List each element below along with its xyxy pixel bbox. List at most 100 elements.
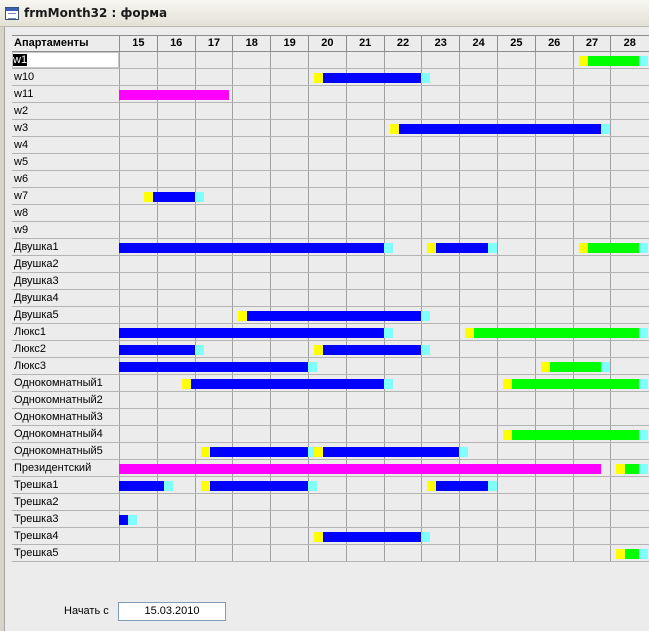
form-body: Апартаменты 15 16 17 18 19 20 21 22 23 24 25 26 27 28… — [0, 27, 649, 631]
checkout-marker — [638, 430, 648, 440]
checkout-marker — [308, 481, 317, 491]
booking-bar[interactable] — [152, 192, 195, 202]
booking-bar[interactable] — [119, 328, 384, 338]
apartment-name: w5 — [14, 156, 29, 168]
checkin-marker — [314, 73, 323, 83]
booking-bar[interactable] — [512, 379, 639, 389]
booking-bar[interactable] — [512, 430, 639, 440]
day-header-18: 18 — [232, 36, 270, 52]
day-header-20: 20 — [308, 36, 346, 52]
day-header-21: 21 — [345, 36, 384, 52]
checkin-marker — [616, 549, 626, 559]
checkin-marker — [616, 464, 626, 474]
booking-bar[interactable] — [625, 464, 639, 474]
apartment-name: Однокомнатный1 — [14, 377, 103, 389]
booking-bar[interactable] — [549, 362, 601, 372]
booking-bar[interactable] — [323, 532, 422, 542]
booking-bar[interactable] — [436, 243, 488, 253]
apartment-name: w7 — [14, 190, 29, 202]
booking-bar[interactable] — [587, 56, 639, 66]
apartment-name: Трешка5 — [14, 547, 59, 559]
booking-grid: Апартаменты 15 16 17 18 19 20 21 22 23 24 25 26 27 28… — [12, 35, 649, 562]
booking-bar[interactable] — [436, 481, 488, 491]
apartment-name: Люкс1 — [14, 326, 47, 338]
booking-bar[interactable] — [119, 515, 129, 525]
apartment-row: Президентский — [12, 460, 649, 477]
checkin-marker — [578, 56, 588, 66]
booking-bar[interactable] — [209, 447, 308, 457]
checkout-marker — [487, 243, 497, 253]
booking-bar[interactable] — [119, 464, 601, 474]
day-header-25: 25 — [497, 36, 535, 52]
booking-bar[interactable] — [119, 362, 308, 372]
apartment-name: w8 — [14, 207, 29, 219]
apartment-name: Люкс3 — [14, 360, 47, 372]
apartment-name: w11 — [14, 88, 34, 100]
checkin-marker — [503, 379, 512, 389]
apartment-name: Двушка3 — [14, 275, 59, 287]
apartment-name: Трешка1 — [14, 479, 59, 491]
apartment-name: Однокомнатный4 — [14, 428, 103, 440]
apartments-header: Апартаменты — [14, 37, 89, 49]
day-header-16: 16 — [156, 36, 195, 52]
apartment-name: Двушка5 — [14, 309, 59, 321]
checkout-marker — [421, 532, 431, 542]
record-selector-edge — [0, 27, 5, 631]
checkout-marker — [638, 549, 648, 559]
booking-bar[interactable] — [190, 379, 384, 389]
apartment-row: w2 — [12, 103, 649, 120]
apartment-row: w4 — [12, 137, 649, 154]
checkout-marker — [421, 73, 431, 83]
booking-bar[interactable] — [119, 90, 229, 100]
apartment-name: Трешка4 — [14, 530, 59, 542]
booking-bar[interactable] — [474, 328, 639, 338]
checkout-marker — [128, 515, 138, 525]
booking-bar[interactable] — [119, 481, 165, 491]
checkout-marker — [638, 464, 648, 474]
booking-bar[interactable] — [625, 549, 639, 559]
apartment-row: w11 — [12, 86, 649, 103]
apartment-name: Однокомнатный3 — [14, 411, 103, 423]
booking-bar[interactable] — [119, 345, 195, 355]
apartment-row: w5 — [12, 154, 649, 171]
booking-bar[interactable] — [323, 447, 460, 457]
booking-bar[interactable] — [398, 124, 601, 134]
apartment-row: Люкс2 — [12, 341, 649, 358]
apartment-row: Двушка5 — [12, 307, 649, 324]
apartment-name: Однокомнатный5 — [14, 445, 103, 457]
apartment-name: Двушка2 — [14, 258, 59, 270]
apartment-name: w2 — [14, 105, 29, 117]
checkin-marker — [314, 447, 323, 457]
apartment-name: Трешка3 — [14, 513, 59, 525]
checkin-marker — [578, 243, 588, 253]
apartment-row: w10 — [12, 69, 649, 86]
booking-bar[interactable] — [247, 311, 422, 321]
checkout-marker — [308, 362, 317, 372]
booking-bar[interactable] — [587, 243, 639, 253]
day-header-19: 19 — [270, 36, 308, 52]
apartment-row: Однокомнатный4 — [12, 426, 649, 443]
window-title: frmMonth32 : форма — [24, 6, 168, 20]
apartment-row: Люкс3 — [12, 358, 649, 375]
day-header-22: 22 — [383, 36, 422, 52]
start-date-field[interactable]: 15.03.2010 — [118, 602, 226, 621]
booking-bar[interactable] — [323, 73, 422, 83]
apartment-row: Двушка3 — [12, 273, 649, 290]
booking-bar[interactable] — [119, 243, 384, 253]
form-icon — [5, 7, 19, 20]
day-header-28: 28 — [610, 36, 648, 52]
checkin-marker — [200, 447, 210, 457]
booking-bar[interactable] — [323, 345, 422, 355]
checkout-marker — [638, 328, 648, 338]
apartment-name: w9 — [14, 224, 29, 236]
apartment-row: Трешка5 — [12, 545, 649, 562]
day-header-27: 27 — [572, 36, 611, 52]
checkout-marker — [638, 243, 648, 253]
apartment-name: Трешка2 — [14, 496, 59, 508]
booking-bar[interactable] — [209, 481, 308, 491]
day-header-17: 17 — [194, 36, 233, 52]
title-bar: frmMonth32 : форма — [0, 0, 649, 27]
apartment-name[interactable]: w1 — [12, 52, 119, 68]
checkin-marker — [181, 379, 191, 389]
apartment-row: Однокомнатный5 — [12, 443, 649, 460]
